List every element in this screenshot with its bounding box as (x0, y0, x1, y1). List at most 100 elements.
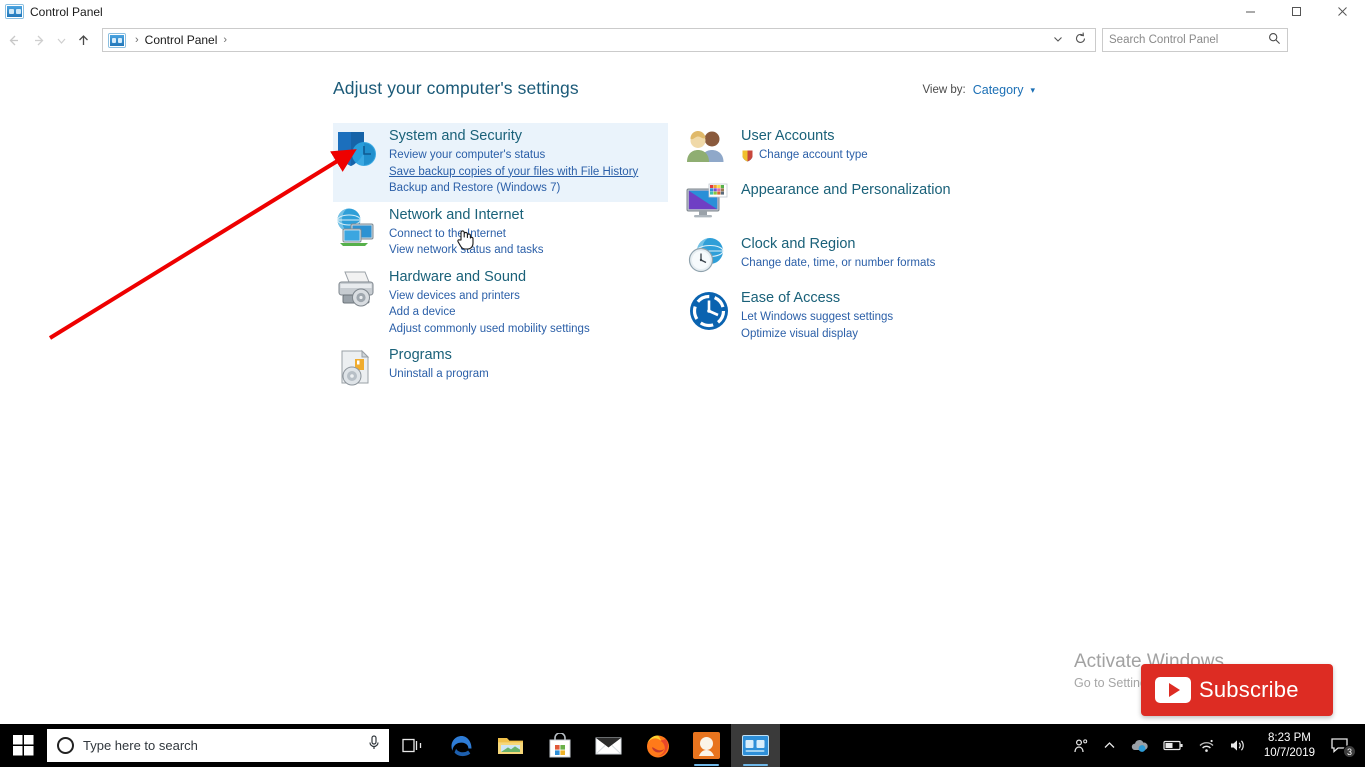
taskbar-app-firefox[interactable] (633, 724, 682, 767)
category-link[interactable]: Uninstall a program (389, 366, 489, 383)
recent-locations-button[interactable] (52, 27, 70, 53)
category-link[interactable]: Optimize visual display (741, 326, 893, 343)
taskbar-app-edge[interactable] (437, 724, 486, 767)
category-title[interactable]: Hardware and Sound (389, 268, 590, 287)
search-input[interactable]: Search Control Panel (1109, 34, 1268, 46)
chevron-down-icon[interactable]: ▾ (1030, 85, 1035, 96)
category-link[interactable]: View network status and tasks (389, 242, 543, 259)
view-by-value[interactable]: Category (973, 83, 1024, 97)
category-title[interactable]: Appearance and Personalization (741, 181, 951, 200)
battery-icon[interactable] (1156, 724, 1191, 767)
category-title[interactable]: Programs (389, 346, 489, 365)
category-link[interactable]: Review your computer's status (389, 147, 638, 164)
forward-button[interactable] (26, 27, 52, 53)
user-accounts-icon (685, 126, 733, 172)
breadcrumb-separator-1[interactable]: › (135, 34, 139, 46)
category-link[interactable]: Connect to the Internet (389, 226, 543, 243)
taskbar-search-input[interactable]: Type here to search (83, 738, 358, 753)
category-body: Clock and Region Change date, time, or nu… (741, 234, 935, 280)
address-history-chevron-icon[interactable] (1047, 34, 1069, 47)
notification-count-badge: 3 (1343, 745, 1356, 758)
category-body: Programs Uninstall a program (389, 345, 489, 391)
close-button[interactable] (1319, 0, 1365, 23)
content-area: Adjust your computer's settings View by:… (0, 57, 1365, 724)
people-icon[interactable] (1066, 724, 1096, 767)
category-ease-of-access[interactable]: Ease of Access Let Windows suggest settin… (685, 285, 1045, 347)
task-view-icon[interactable] (389, 724, 437, 767)
page-title: Adjust your computer's settings (333, 78, 579, 98)
category-user-accounts[interactable]: User Accounts Change account type (685, 123, 1045, 177)
category-body: Hardware and Sound View devices and print… (389, 267, 590, 338)
back-button[interactable] (0, 27, 26, 53)
breadcrumb-separator-2[interactable]: › (223, 34, 227, 46)
category-body: Network and Internet Connect to the Inter… (389, 205, 543, 259)
category-body: Appearance and Personalization (741, 180, 951, 226)
breadcrumb-item-control-panel[interactable]: Control Panel (145, 33, 218, 47)
taskbar-app-microsoft-store[interactable] (535, 724, 584, 767)
search-control-panel-box[interactable]: Search Control Panel (1102, 28, 1288, 52)
address-bar: › Control Panel › Search Control Panel (0, 23, 1365, 57)
category-programs[interactable]: Programs Uninstall a program (333, 342, 668, 396)
breadcrumb-control-panel-icon (109, 33, 125, 47)
ease-of-access-icon (685, 288, 733, 334)
category-link[interactable]: Let Windows suggest settings (741, 309, 893, 326)
network-globe-icon (333, 205, 381, 251)
clock-time: 8:23 PM (1268, 731, 1311, 744)
category-link[interactable]: Save backup copies of your files with Fi… (389, 164, 638, 181)
show-hidden-icons-chevron[interactable] (1096, 724, 1123, 767)
category-clock-and-region[interactable]: Clock and Region Change date, time, or nu… (685, 231, 1045, 285)
category-link-label: Change account type (759, 149, 868, 161)
taskbar-app-file-explorer[interactable] (486, 724, 535, 767)
category-body: Ease of Access Let Windows suggest settin… (741, 288, 893, 342)
category-body: System and Security Review your computer'… (389, 126, 638, 197)
category-column-left: System and Security Review your computer'… (333, 123, 668, 396)
category-hardware-and-sound[interactable]: Hardware and Sound View devices and print… (333, 264, 668, 343)
category-link[interactable]: Add a device (389, 304, 590, 321)
search-icon[interactable] (1268, 32, 1281, 48)
category-title[interactable]: Clock and Region (741, 235, 935, 254)
category-title[interactable]: User Accounts (741, 127, 868, 146)
taskbar-search-box[interactable]: Type here to search (47, 729, 389, 762)
taskbar-app-orange-app[interactable] (682, 724, 731, 767)
minimize-button[interactable] (1227, 0, 1273, 23)
appearance-monitor-icon (685, 180, 733, 226)
category-link[interactable]: Change date, time, or number formats (741, 255, 935, 272)
window-title: Control Panel (30, 4, 103, 19)
onedrive-icon[interactable] (1123, 724, 1156, 767)
view-by-label: View by: (922, 84, 966, 96)
category-system-and-security[interactable]: System and Security Review your computer'… (333, 123, 668, 202)
window-controls (1227, 0, 1365, 23)
windows-start-icon[interactable] (0, 724, 47, 767)
category-link[interactable]: Adjust commonly used mobility settings (389, 321, 590, 338)
volume-icon[interactable] (1222, 724, 1254, 767)
view-by-control: View by: Category ▾ (922, 83, 1035, 97)
clock-date: 10/7/2019 (1263, 746, 1315, 759)
breadcrumb[interactable]: › Control Panel › (102, 28, 1096, 52)
taskbar-app-control-panel-taskbar[interactable] (731, 724, 780, 767)
category-title[interactable]: System and Security (389, 127, 638, 146)
category-link[interactable]: View devices and printers (389, 288, 590, 305)
control-panel-icon (6, 5, 23, 18)
microphone-icon[interactable] (367, 734, 381, 757)
category-title[interactable]: Network and Internet (389, 206, 543, 225)
network-wifi-icon[interactable] (1191, 724, 1222, 767)
refresh-icon[interactable] (1069, 32, 1091, 48)
category-network-and-internet[interactable]: Network and Internet Connect to the Inter… (333, 202, 668, 264)
category-body: User Accounts Change account type (741, 126, 868, 172)
cortana-circle-icon (57, 737, 74, 754)
category-title[interactable]: Ease of Access (741, 289, 893, 308)
up-button[interactable] (70, 27, 96, 53)
category-link[interactable]: Backup and Restore (Windows 7) (389, 180, 638, 197)
category-appearance-and-personalization[interactable]: Appearance and Personalization (685, 177, 1045, 231)
clock-region-icon (685, 234, 733, 280)
subscribe-button[interactable]: Subscribe (1141, 664, 1333, 716)
control-panel-window: Control Panel › Control Panel › Search C… (0, 0, 1365, 767)
category-link[interactable]: Change account type (741, 147, 868, 164)
taskbar-app-mail[interactable] (584, 724, 633, 767)
category-column-right: User Accounts Change account type Appear… (685, 123, 1045, 347)
programs-disc-icon (333, 345, 381, 391)
action-center-icon[interactable]: 3 (1325, 724, 1361, 767)
maximize-button[interactable] (1273, 0, 1319, 23)
taskbar-clock[interactable]: 8:23 PM 10/7/2019 (1254, 724, 1325, 767)
uac-shield-icon (741, 149, 754, 162)
